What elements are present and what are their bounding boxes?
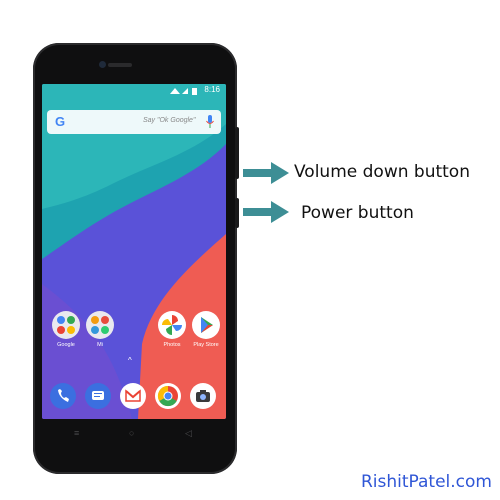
phone-screen: 8:16 G Say "Ok Google" Google Mi Photos … — [42, 84, 226, 419]
app-label: Play Store — [193, 342, 219, 348]
home-button[interactable]: ○ — [129, 428, 134, 438]
back-button[interactable]: ◁ — [185, 428, 192, 439]
messages-icon[interactable] — [85, 383, 111, 409]
app-drawer-chevron-icon[interactable]: ^ — [128, 356, 132, 365]
app-label: Mi — [97, 342, 103, 348]
volume-buttons[interactable] — [235, 127, 239, 179]
status-bar: 8:16 — [42, 84, 226, 98]
wallpaper — [42, 84, 226, 419]
google-folder-icon — [52, 311, 80, 339]
signal-wifi-battery-icon — [170, 88, 197, 95]
status-time: 8:16 — [204, 85, 220, 94]
earpiece — [108, 63, 132, 67]
play-store-icon — [192, 311, 220, 339]
watermark: RishitPatel.com — [360, 472, 492, 492]
search-placeholder: Say "Ok Google" — [143, 117, 196, 124]
photos-icon — [158, 311, 186, 339]
volume-arrow-icon — [243, 162, 289, 184]
app-mi-folder[interactable]: Mi — [80, 310, 120, 348]
app-play-store[interactable]: Play Store — [186, 310, 226, 348]
volume-down-label: Volume down button — [294, 162, 470, 182]
mi-folder-icon — [86, 311, 114, 339]
power-side-button[interactable] — [235, 198, 239, 228]
google-logo-icon: G — [55, 114, 66, 129]
camera-icon[interactable] — [190, 383, 216, 409]
power-label: Power button — [301, 203, 414, 223]
dock — [42, 374, 226, 419]
navigation-bar: ≡ ○ ◁ — [42, 419, 226, 449]
recents-button[interactable]: ≡ — [74, 428, 79, 438]
power-arrow-icon — [243, 201, 289, 223]
chrome-icon[interactable] — [155, 383, 181, 409]
mic-icon[interactable] — [206, 115, 214, 128]
gmail-icon[interactable] — [120, 383, 146, 409]
phone-icon[interactable] — [50, 383, 76, 409]
google-search-bar[interactable]: G Say "Ok Google" — [47, 110, 221, 134]
front-camera — [99, 61, 106, 68]
